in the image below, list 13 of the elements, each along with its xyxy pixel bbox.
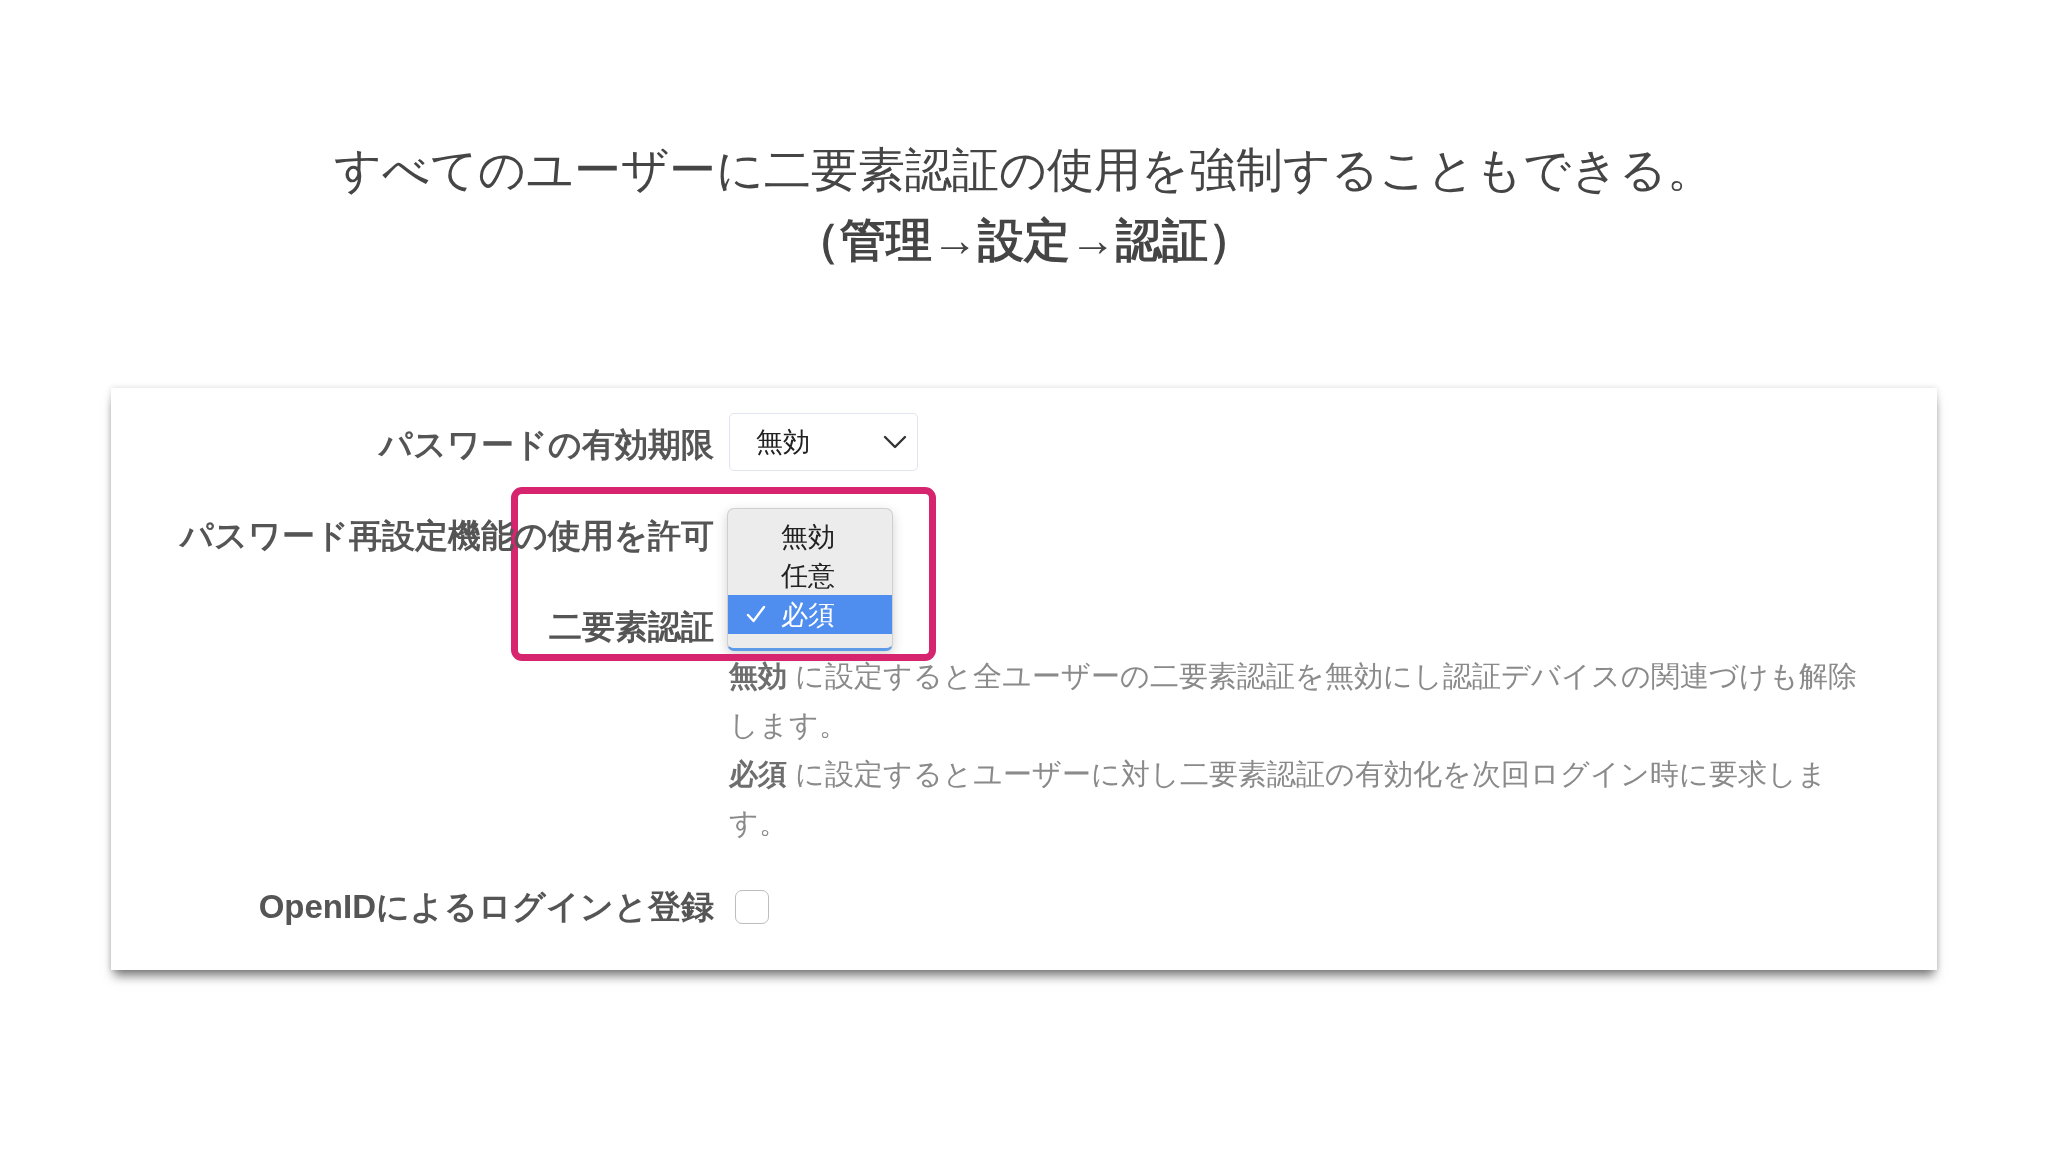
setting-label: 二要素認証	[548, 607, 714, 647]
help-text: 無効 に設定すると全ユーザーの二要素認証を無効にし認証デバイスの関連づけも解除します。	[729, 659, 1859, 743]
dropdown-option[interactable]: 任意	[728, 556, 892, 595]
select-field[interactable]: 無効	[729, 413, 918, 471]
help-text: 必須 に設定するとユーザーに対し二要素認証の有効化を次回ログイン時に要求します。	[729, 757, 1829, 841]
chevron-down-icon	[883, 435, 907, 449]
dropdown-option[interactable]: 無効	[728, 517, 892, 556]
setting-label: OpenIDによるログインと登録	[257, 887, 714, 927]
slide-subtitle: （管理→設定→認証）	[793, 213, 1255, 268]
setting-label: パスワードの有効期限	[377, 425, 714, 465]
checkmark-icon	[746, 605, 766, 623]
checkbox[interactable]	[735, 890, 769, 924]
slide-title: すべてのユーザーに二要素認証の使用を強制することもできる。	[333, 142, 1715, 198]
